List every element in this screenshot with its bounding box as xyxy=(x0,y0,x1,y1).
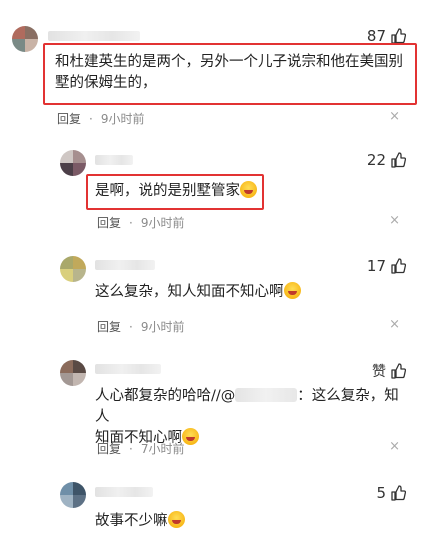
thumbs-up-icon xyxy=(391,485,406,501)
like-count: 5 xyxy=(376,484,386,502)
thumbs-up-icon xyxy=(391,258,406,274)
dot-separator: · xyxy=(89,111,93,126)
close-icon[interactable]: × xyxy=(389,109,400,124)
comment-meta: 回复 · 9小时前 xyxy=(97,214,184,231)
like-button[interactable]: 5 xyxy=(376,484,406,502)
mention-blurred[interactable] xyxy=(235,388,298,402)
username-blurred[interactable] xyxy=(95,260,155,270)
close-icon[interactable]: × xyxy=(389,439,400,454)
like-count: 赞 xyxy=(372,364,386,380)
avatar[interactable] xyxy=(60,360,86,386)
timestamp: 7小时前 xyxy=(140,442,185,456)
close-icon[interactable]: × xyxy=(389,317,400,332)
reply-button[interactable]: 回复 xyxy=(97,318,121,335)
laughing-emoji-icon xyxy=(240,181,257,198)
comment-text-body: 这么复杂，知人知面不知心啊 xyxy=(95,284,284,300)
like-button[interactable]: 赞 xyxy=(372,361,406,381)
comment-meta: 回复 · 9小时前 xyxy=(97,318,184,335)
dot-separator: · xyxy=(129,319,133,334)
comment-text-part: 人心都复杂的哈哈//@ xyxy=(95,388,236,404)
comment-text: 故事不少嘛 xyxy=(95,511,185,532)
comment-meta: 回复 · 7小时前 xyxy=(97,440,184,457)
comment-2: 22 是啊，说的是别墅管家 回复 · 9小时前 × xyxy=(0,140,430,240)
laughing-emoji-icon xyxy=(182,428,199,445)
thumbs-up-icon xyxy=(391,28,406,44)
comment-1: 87 和杜建英生的是两个，另外一个儿子说宗和他在美国别墅的保姆生的， 回复 · … xyxy=(0,0,430,130)
like-count: 17 xyxy=(366,257,386,275)
avatar[interactable] xyxy=(60,150,86,176)
timestamp: 9小时前 xyxy=(140,216,185,230)
comment-5: 5 故事不少嘛 xyxy=(0,474,430,546)
username-blurred[interactable] xyxy=(48,31,140,41)
comment-3: 17 这么复杂，知人知面不知心啊 回复 · 9小时前 × xyxy=(0,248,430,348)
dot-separator: · xyxy=(129,441,133,456)
like-button[interactable]: 22 xyxy=(367,151,406,169)
username-blurred[interactable] xyxy=(95,364,161,374)
avatar[interactable] xyxy=(60,256,86,282)
thumbs-up-icon xyxy=(391,363,406,379)
comment-text: 和杜建英生的是两个，另外一个儿子说宗和他在美国别墅的保姆生的， xyxy=(55,54,403,91)
reply-button[interactable]: 回复 xyxy=(97,440,121,457)
comment-meta: 回复 · 9小时前 xyxy=(57,110,144,127)
dot-separator: · xyxy=(129,215,133,230)
timestamp: 9小时前 xyxy=(100,112,145,126)
thumbs-up-icon xyxy=(391,152,406,168)
avatar[interactable] xyxy=(12,26,38,52)
reply-button[interactable]: 回复 xyxy=(57,110,81,127)
like-count: 22 xyxy=(366,151,386,169)
comment-text: 这么复杂，知人知面不知心啊 xyxy=(95,282,301,303)
comment-4: 赞 人心都复杂的哈哈//@ ：这么复杂，知人 知面不知心啊 回复 · 7小时前 × xyxy=(0,352,430,464)
comment-text: 是啊，说的是别墅管家 xyxy=(95,181,257,202)
reply-button[interactable]: 回复 xyxy=(97,214,121,231)
like-button[interactable]: 17 xyxy=(367,257,406,275)
laughing-emoji-icon xyxy=(167,511,185,528)
close-icon[interactable]: × xyxy=(389,213,400,228)
laughing-emoji-icon xyxy=(283,282,301,299)
timestamp: 9小时前 xyxy=(140,320,185,334)
username-blurred[interactable] xyxy=(95,487,153,497)
avatar[interactable] xyxy=(60,482,86,508)
comment-text-body: 故事不少嘛 xyxy=(95,513,168,529)
username-blurred[interactable] xyxy=(95,155,133,165)
comment-text-body: 是啊，说的是别墅管家 xyxy=(95,183,240,199)
